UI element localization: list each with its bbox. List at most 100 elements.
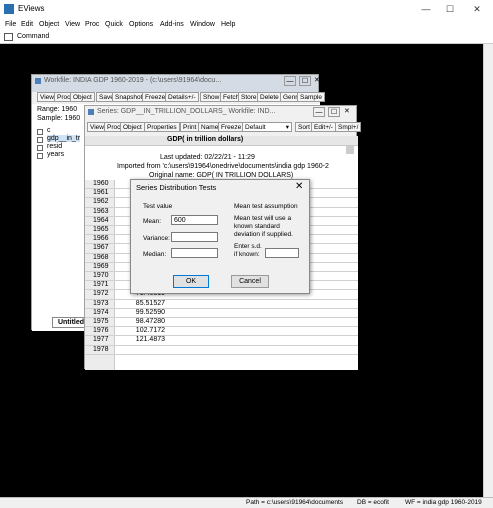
workfile-sample[interactable]: Sample: 1960 <box>37 115 80 122</box>
row-value[interactable]: 121.4873 <box>119 336 165 343</box>
series-icon <box>37 153 43 159</box>
series-icon <box>37 145 43 151</box>
menu-window[interactable]: Window <box>190 19 215 31</box>
display-format-value: Default <box>245 124 266 131</box>
dialog-close-icon[interactable]: ✕ <box>295 181 303 192</box>
workfile-minimize-button[interactable]: — <box>284 76 296 86</box>
assumption-text: Mean test will use a <box>234 215 292 222</box>
median-label: Median: <box>143 251 167 258</box>
mean-input[interactable]: 600 <box>171 215 218 225</box>
wf-show-button[interactable]: Show <box>200 92 223 102</box>
command-explorer-dock[interactable] <box>483 44 493 497</box>
series-header-label: GDP( in trillion dollars) <box>167 136 244 143</box>
test-value-label: Test value <box>143 203 173 210</box>
workfile-title: Workfile: INDIA GDP 1960-2019 - (c:\user… <box>44 77 222 84</box>
row-year: 1967 <box>93 244 109 252</box>
menu-help[interactable]: Help <box>221 19 235 31</box>
command-explorer-label[interactable]: Command Explorer <box>473 120 480 180</box>
object-item[interactable]: years <box>47 151 64 158</box>
status-path: Path = c:\users\91964\documents <box>246 499 344 506</box>
sd-label: Enter s.d. <box>234 243 262 250</box>
row-year: 1963 <box>93 207 109 215</box>
median-input[interactable] <box>171 248 218 258</box>
scrollbar-thumb[interactable] <box>346 146 354 154</box>
row-year: 1965 <box>93 226 109 233</box>
row-value[interactable]: 98.47280 <box>119 318 165 325</box>
row-year: 1974 <box>93 308 109 316</box>
row-year: 1962 <box>93 198 109 206</box>
series-distribution-tests-dialog: Series Distribution Tests ✕ Test value M… <box>130 179 310 294</box>
command-tab[interactable]: Command <box>17 33 49 40</box>
series-maximize-button[interactable]: ☐ <box>328 107 340 117</box>
workfile-close-button[interactable]: ✕ <box>314 76 320 86</box>
sd-input[interactable] <box>265 248 299 258</box>
wf-details-button[interactable]: Details+/- <box>165 92 199 102</box>
series-properties-button[interactable]: Properties <box>144 122 180 132</box>
row-divider <box>85 344 358 346</box>
series-icon <box>37 137 43 143</box>
object-item[interactable]: gdp__in_tr <box>47 135 81 142</box>
row-year: 1970 <box>93 272 109 279</box>
row-year: 1968 <box>93 253 109 261</box>
row-year: 1960 <box>93 180 109 187</box>
menu-add-ins[interactable]: Add-ins <box>160 19 184 31</box>
wf-object-button[interactable]: Object <box>70 92 95 102</box>
assumption-text: deviation if supplied. <box>234 231 293 238</box>
series-print-button[interactable]: Print <box>180 122 200 132</box>
series-smpl-button[interactable]: Smpl+/ <box>335 122 362 132</box>
menu-edit[interactable]: Edit <box>21 19 33 31</box>
row-year: 1971 <box>93 281 109 289</box>
row-year: 1964 <box>93 216 109 224</box>
menu-file[interactable]: File <box>5 19 16 31</box>
wf-snapshot-button[interactable]: Snapshot <box>112 92 146 102</box>
command-bar: Command <box>0 31 493 44</box>
row-divider <box>85 353 358 355</box>
row-year: 1961 <box>93 189 109 197</box>
object-item[interactable]: c <box>47 127 51 134</box>
menu-quick[interactable]: Quick <box>105 19 123 31</box>
series-minimize-button[interactable]: — <box>313 107 325 117</box>
series-close-button[interactable]: ✕ <box>344 107 354 117</box>
chevron-down-icon: ▾ <box>285 124 289 131</box>
cancel-button[interactable]: Cancel <box>231 275 269 288</box>
wf-delete-button[interactable]: Delete <box>257 92 282 102</box>
variance-input[interactable] <box>171 232 218 242</box>
series-title: Series: GDP__IN_TRILLION_DOLLARS_ Workfi… <box>97 108 276 115</box>
row-year: 1976 <box>93 327 109 335</box>
app-title: EViews <box>18 4 45 13</box>
workfile-toolbar: View Proc Object Save Snapshot Freeze De… <box>32 92 326 104</box>
variance-label: Variance: <box>143 235 170 242</box>
menu-view[interactable]: View <box>65 19 80 31</box>
row-year: 1972 <box>93 290 109 298</box>
original-name-text: Original name: GDP( IN TRILLION DOLLARS) <box>149 172 294 179</box>
row-value[interactable]: 99.52590 <box>119 309 165 316</box>
row-year: 1978 <box>93 345 109 353</box>
status-wf: WF = india gdp 1960-2019 <box>405 499 482 506</box>
mean-label: Mean: <box>143 218 162 225</box>
wf-sample-button[interactable]: Sample <box>297 92 326 102</box>
close-button[interactable]: ✕ <box>469 2 485 16</box>
row-value[interactable]: 85.51527 <box>119 300 165 307</box>
row-year: 1977 <box>93 336 109 344</box>
command-window-icon <box>4 33 13 41</box>
row-year: 1966 <box>93 235 109 243</box>
workfile-range[interactable]: Range: 1960 <box>37 106 77 113</box>
row-value[interactable]: 102.7172 <box>119 327 165 334</box>
eviews-logo-icon <box>4 4 14 14</box>
series-edit-button[interactable]: Edit+/- <box>311 122 336 132</box>
workfile-maximize-button[interactable]: ☐ <box>299 76 311 86</box>
minimize-button[interactable]: — <box>418 2 434 16</box>
app-titlebar: EViews — ☐ ✕ <box>0 0 493 19</box>
menu-options[interactable]: Options <box>129 19 153 31</box>
series-freeze-button[interactable]: Freeze <box>218 122 245 132</box>
menu-object[interactable]: Object <box>39 19 59 31</box>
maximize-button[interactable]: ☐ <box>442 2 458 16</box>
series-object-button[interactable]: Object <box>120 122 145 132</box>
imported-from-text: Imported from 'c:\users\91964\onedrive\d… <box>117 163 329 170</box>
last-updated-text: Last updated: 02/22/21 - 11:29 <box>160 154 255 161</box>
ok-button[interactable]: OK <box>173 275 209 288</box>
mean-test-assumption-label: Mean test assumption <box>234 203 298 210</box>
menu-proc[interactable]: Proc <box>85 19 99 31</box>
display-format-select[interactable]: Default ▾ <box>242 122 292 132</box>
object-item[interactable]: resid <box>47 143 62 150</box>
